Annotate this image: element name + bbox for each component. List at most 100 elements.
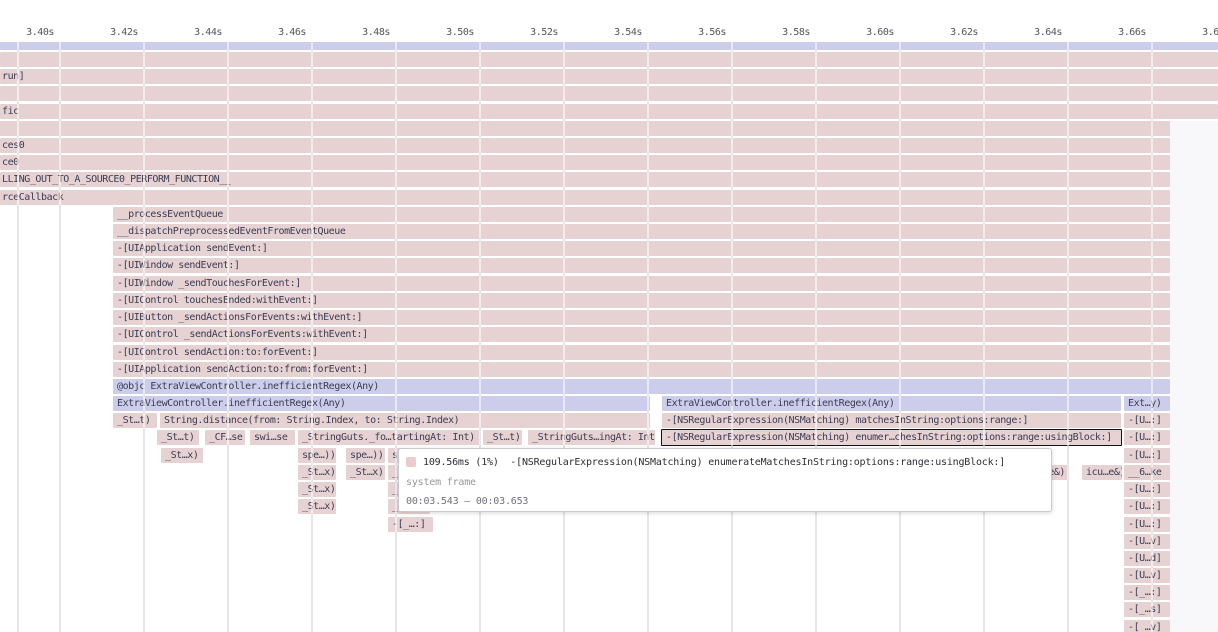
flame-bar[interactable]: -[U…:] <box>1124 499 1170 514</box>
flame-bar-label: rceCallback <box>2 192 63 203</box>
flame-bar-label: _St…x) <box>165 450 198 461</box>
flame-bar[interactable]: _St…x) <box>298 499 336 514</box>
flame-bar[interactable]: -[U…:] <box>1124 430 1170 445</box>
flame-bar[interactable]: _CF…se <box>205 430 245 445</box>
flame-bar-label: -[NSRegularExpression(NSMatching) matche… <box>666 415 1028 426</box>
flame-bar-label: _St…x) <box>302 484 335 495</box>
flame-bar-label: -[_…s] <box>1128 604 1161 615</box>
flame-bar[interactable]: -[_…s] <box>1124 602 1170 617</box>
flame-bar-label: spe…)) <box>350 450 383 461</box>
flame-bar[interactable]: ces0 <box>0 138 1170 153</box>
flame-bar-label: -[U…:] <box>1128 432 1161 443</box>
flame-bar[interactable]: icu…e&) <box>1082 465 1122 480</box>
flame-bar-label: -[U…v] <box>1128 570 1161 581</box>
flame-bar[interactable]: _St…x) <box>298 482 336 497</box>
flame-bar[interactable]: -[UIApplication sendEvent:] <box>113 241 1170 256</box>
flame-bar[interactable]: __processEventQueue <box>113 207 1170 222</box>
flame-bar[interactable]: _St…x) <box>298 465 336 480</box>
flame-bar[interactable]: spe…)) <box>298 448 336 463</box>
flame-bar-label: -[_…v] <box>1128 622 1161 632</box>
flame-bar[interactable]: -[UIControl sendAction:to:forEvent:] <box>113 345 1170 360</box>
flame-bar-label: -[U…:] <box>1128 415 1161 426</box>
flame-bar[interactable]: -[U…v] <box>1124 568 1170 583</box>
flame-bar-label: __dispatchPreprocessedEventFromEventQueu… <box>117 226 345 237</box>
flame-bar[interactable]: @objc ExtraViewController.inefficientReg… <box>113 379 1170 394</box>
tooltip-time-range: 00:03.543 — 00:03.653 <box>406 494 528 510</box>
flame-bar-label: ExtraViewController.inefficientRegex(Any… <box>666 398 894 409</box>
flame-bar-label: String.distance(from: String.Index, to: … <box>164 415 459 426</box>
selected-flame-bar[interactable]: -[NSRegularExpression(NSMatching) enumer… <box>661 429 1122 446</box>
flame-bar-label: -[U…:] <box>1128 501 1161 512</box>
flame-bar[interactable]: fic <box>0 104 1218 119</box>
flame-bar[interactable]: _StringGuts._fo…tartingAt: Int) <box>298 430 480 445</box>
flame-bar-label: -[U…v] <box>1128 536 1161 547</box>
tooltip-color-swatch <box>406 457 416 467</box>
flame-bar-label: swi…se <box>254 432 287 443</box>
flame-bar[interactable]: -[U…v] <box>1124 534 1170 549</box>
flame-bar-label: -[UIControl touchesEnded:withEvent:] <box>117 295 318 306</box>
flame-bar[interactable]: LLING_OUT_TO_A_SOURCE0_PERFORM_FUNCTION_… <box>0 172 1170 187</box>
flame-bar[interactable] <box>0 86 1218 101</box>
flame-bar-label: -[UIWindow _sendTouchesForEvent:] <box>117 278 301 289</box>
flame-bar-label: -[UIControl sendAction:to:forEvent:] <box>117 347 318 358</box>
flame-bar[interactable]: -[_…:] <box>388 517 433 532</box>
flame-bar[interactable]: _St…t) <box>113 413 157 428</box>
flame-bar[interactable]: Ext…y) <box>1124 396 1170 411</box>
flame-bar-label: -[U…:] <box>1128 450 1161 461</box>
flame-bar-label: _St…x) <box>302 501 335 512</box>
flame-bar[interactable]: -[UIApplication sendAction:to:from:forEv… <box>113 362 1170 377</box>
flame-bar[interactable]: _St…t) <box>483 430 522 445</box>
flame-bar[interactable]: _St…t) <box>157 430 199 445</box>
flame-bar-label: LLING_OUT_TO_A_SOURCE0_PERFORM_FUNCTION_… <box>2 174 230 185</box>
flame-bar-label: __6…ke <box>1128 467 1161 478</box>
flame-bar[interactable]: __6…ke <box>1124 465 1170 480</box>
flame-bar[interactable]: String.distance(from: String.Index, to: … <box>160 413 650 428</box>
flame-bar[interactable]: -[U…d] <box>1124 551 1170 566</box>
flame-bar[interactable]: -[U…:] <box>1124 413 1170 428</box>
flame-bar[interactable]: -[UIWindow sendEvent:] <box>113 258 1170 273</box>
flame-bar[interactable] <box>0 121 1170 136</box>
flame-bar[interactable]: rceCallback <box>0 190 1170 205</box>
flame-bar-label: -[UIButton _sendActionsForEvents:withEve… <box>117 312 362 323</box>
flame-bar[interactable]: -[U…:] <box>1124 517 1170 532</box>
flame-bar[interactable]: -[UIControl touchesEnded:withEvent:] <box>113 293 1170 308</box>
flame-bar[interactable]: -[U…:] <box>1124 448 1170 463</box>
flame-bar-label: fic <box>2 106 19 117</box>
flame-bar[interactable]: __dispatchPreprocessedEventFromEventQueu… <box>113 224 1170 239</box>
flame-bar[interactable]: _St…x) <box>161 448 203 463</box>
flame-bar[interactable]: ExtraViewController.inefficientRegex(Any… <box>662 396 1121 411</box>
flame-bar[interactable] <box>0 52 1218 67</box>
flame-bar-label: @objc ExtraViewController.inefficientReg… <box>117 381 379 392</box>
flame-bar-label: -[_…:] <box>1128 587 1161 598</box>
flame-bar[interactable]: ExtraViewController.inefficientRegex(Any… <box>113 396 650 411</box>
flame-bar-label: -[UIApplication sendEvent:] <box>117 243 267 254</box>
flame-bar[interactable]: -[_…:] <box>1124 585 1170 600</box>
flame-bar[interactable]: -[UIControl _sendActionsForEvents:withEv… <box>113 327 1170 342</box>
flame-bar[interactable]: -[UIWindow _sendTouchesForEvent:] <box>113 276 1170 291</box>
tooltip-title-row: 109.56ms (1%) -[NSRegularExpression(NSMa… <box>406 454 1005 470</box>
flame-bar-label: _CF…se <box>209 432 242 443</box>
flame-bar-label: ce0 <box>2 157 19 168</box>
flame-bar-label: -[UIControl _sendActionsForEvents:withEv… <box>117 329 368 340</box>
flame-bar[interactable]: -[U…:] <box>1124 482 1170 497</box>
flame-bar[interactable]: -[NSRegularExpression(NSMatching) matche… <box>662 413 1121 428</box>
flame-bar[interactable]: spe…)) <box>346 448 385 463</box>
flame-bar[interactable]: -[_…v] <box>1124 620 1170 632</box>
flame-bar[interactable]: ce0 <box>0 155 1170 170</box>
flame-bar[interactable]: run] <box>0 69 1218 84</box>
flame-bar[interactable]: -[UIButton _sendActionsForEvents:withEve… <box>113 310 1170 325</box>
flame-bar-label: __processEventQueue <box>117 209 223 220</box>
flame-bar-label: -[U…:] <box>1128 519 1161 530</box>
flame-bar-label: _St…t) <box>487 432 520 443</box>
flame-bar-label: _StringGuts…ingAt: Int) <box>532 432 655 443</box>
flame-bar[interactable] <box>0 42 1218 50</box>
flame-bar-label: Ext…y) <box>1128 398 1161 409</box>
flame-bar[interactable]: _StringGuts…ingAt: Int) <box>528 430 655 445</box>
flame-bar-label: run] <box>2 71 24 82</box>
flame-bar-label: ExtraViewController.inefficientRegex(Any… <box>117 398 345 409</box>
flame-bar[interactable]: swi…se <box>250 430 295 445</box>
flame-bar[interactable]: _St…x) <box>346 465 385 480</box>
flame-bar-label: _St…x) <box>350 467 383 478</box>
flame-bar-label: spe…)) <box>302 450 335 461</box>
tooltip-frame-type: system frame <box>406 475 476 491</box>
